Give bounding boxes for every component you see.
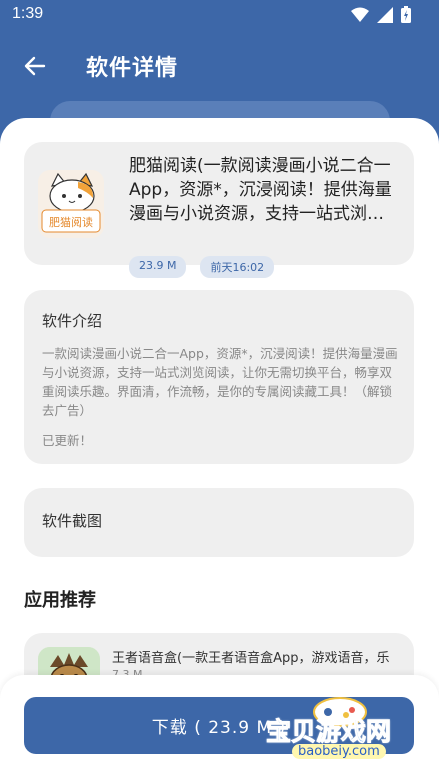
battery-icon xyxy=(401,6,411,23)
screenshots-card: 软件截图 xyxy=(24,488,414,557)
back-button[interactable] xyxy=(22,52,50,80)
screenshots-heading: 软件截图 xyxy=(42,512,103,530)
cat-logo-icon: 肥猫阅读 xyxy=(41,172,101,233)
app-icon: 肥猫阅读 xyxy=(38,170,104,238)
app-icon-label: 肥猫阅读 xyxy=(49,215,93,229)
recommend-app-name: 王者语音盒(一款王者语音盒App，游戏语音，乐 xyxy=(112,651,390,666)
watermark-title: 宝贝游戏网 xyxy=(265,717,392,747)
wifi-icon xyxy=(351,7,369,22)
watermark: 宝贝游戏网 baobeiy.com xyxy=(258,690,438,780)
app-bar: 软件详情 xyxy=(0,30,439,100)
size-badge: 23.9 M xyxy=(129,256,187,278)
intro-card: 软件介绍 一款阅读漫画小说二合一App，资源*，沉浸阅读！提供海量漫画与小说资源… xyxy=(24,290,414,464)
app-name: 肥猫阅读(一款阅读漫画小说二合一App，资源*，沉浸阅读！提供海量漫画与小说资源… xyxy=(129,156,392,224)
intro-text: 一款阅读漫画小说二合一App，资源*，沉浸阅读！提供海量漫画与小说资源，支持一站… xyxy=(42,346,398,418)
arrow-left-icon xyxy=(24,56,46,76)
page-title: 软件详情 xyxy=(86,56,179,81)
status-icons xyxy=(351,6,411,23)
signal-icon xyxy=(377,6,393,23)
update-status: 已更新！ xyxy=(42,433,93,448)
watermark-url: baobeiy.com xyxy=(292,744,386,759)
app-info-card: 肥猫阅读 肥猫阅读(一款阅读漫画小说二合一App，资源*，沉浸阅读！提供海量漫画… xyxy=(24,142,414,278)
update-time-badge: 前天16:02 xyxy=(200,256,275,278)
intro-heading: 软件介绍 xyxy=(42,312,103,330)
status-time: 1:39 xyxy=(12,5,44,22)
recommend-heading: 应用推荐 xyxy=(24,590,96,611)
status-bar: 1:39 xyxy=(0,0,439,30)
app-tags: 23.9 M 前天16:02 xyxy=(129,256,275,278)
